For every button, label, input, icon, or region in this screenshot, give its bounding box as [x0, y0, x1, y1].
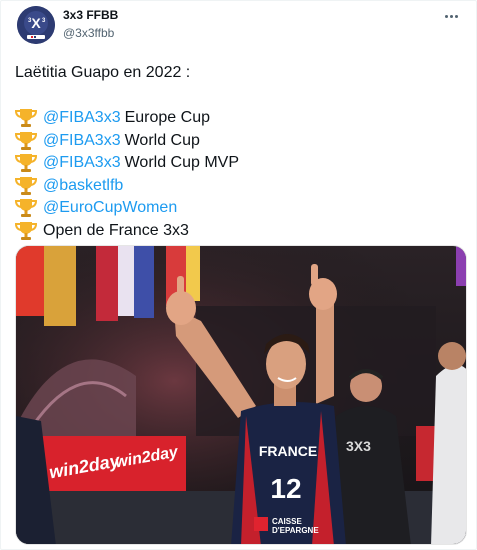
- sponsor-logo: [254, 517, 268, 531]
- trophy-list-item: @FIBA3x3 World Cup MVP: [14, 152, 465, 175]
- trophy-icon: [14, 221, 38, 241]
- referee-shirt-text: 3X3: [346, 438, 371, 454]
- flag: [96, 246, 118, 321]
- trophy-icon: [14, 198, 38, 218]
- tweet-photo[interactable]: win2day win2day 3X3 FRANCE 12 CAISSE D'E…: [15, 245, 467, 545]
- tweet-author: 3x3 FFBB @3x3ffbb: [63, 8, 118, 41]
- side-person: [431, 364, 466, 544]
- mention-link[interactable]: @EuroCupWomen: [43, 197, 177, 220]
- trophy-label: Open de France 3x3: [43, 221, 189, 239]
- mention-link[interactable]: @FIBA3x3: [43, 107, 121, 130]
- side-person-head: [438, 342, 466, 370]
- trophy-list: @FIBA3x3 Europe Cup @FIBA3x3 World Cup @FIBA…: [14, 107, 465, 243]
- trophy-list-item: @basketlfb: [14, 175, 465, 198]
- dot: [444, 14, 448, 18]
- mention-link[interactable]: @FIBA3x3: [43, 130, 121, 153]
- svg-text:X: X: [31, 15, 41, 31]
- avatar[interactable]: X 3 3: [17, 6, 55, 44]
- tweet-intro: Laëtitia Guapo en 2022 :: [15, 64, 191, 81]
- handle[interactable]: @3x3ffbb: [63, 25, 118, 41]
- flag: [16, 246, 46, 316]
- trophy-icon: [14, 153, 38, 173]
- flag: [456, 246, 466, 286]
- flag: [186, 246, 200, 301]
- trophy-label: Europe Cup: [124, 109, 210, 126]
- tweet-card[interactable]: X 3 3 3x3 FFBB @3x3ffbb Laëtitia Guapo e…: [0, 0, 477, 550]
- flag: [134, 246, 154, 318]
- 3x3-ffbb-logo-icon: X 3 3: [17, 6, 55, 44]
- player-right-arm: [316, 294, 334, 404]
- dot: [449, 14, 453, 18]
- sponsor-line-2: D'EPARGNE: [272, 526, 319, 535]
- dot: [454, 14, 458, 18]
- display-name[interactable]: 3x3 FFBB: [63, 8, 118, 23]
- mention-link[interactable]: @basketlfb: [43, 175, 123, 198]
- trophy-label: World Cup MVP: [124, 154, 240, 171]
- trophy-icon: [14, 131, 38, 151]
- more-options-icon[interactable]: [440, 7, 462, 25]
- trophy-list-item: @FIBA3x3 Europe Cup: [14, 107, 465, 130]
- trophy-list-item: @FIBA3x3 World Cup: [14, 130, 465, 153]
- trophy-list-item: @EuroCupWomen: [14, 197, 465, 220]
- sponsor-line-1: CAISSE: [272, 517, 302, 526]
- tweet-text: Laëtitia Guapo en 2022 : @FIBA3x3 Europe …: [14, 62, 465, 243]
- left-thumb: [177, 276, 184, 298]
- mention-link[interactable]: @FIBA3x3: [43, 152, 121, 175]
- trophy-icon: [14, 108, 38, 128]
- trophy-icon: [14, 176, 38, 196]
- jersey-number: 12: [270, 473, 301, 504]
- right-thumb: [311, 264, 318, 286]
- flag: [44, 246, 76, 326]
- jersey-country: FRANCE: [259, 443, 317, 459]
- trophy-label: World Cup: [124, 131, 200, 149]
- trophy-list-item: Open de France 3x3: [14, 220, 465, 243]
- photo-scene: win2day win2day 3X3 FRANCE 12 CAISSE D'E…: [16, 246, 466, 544]
